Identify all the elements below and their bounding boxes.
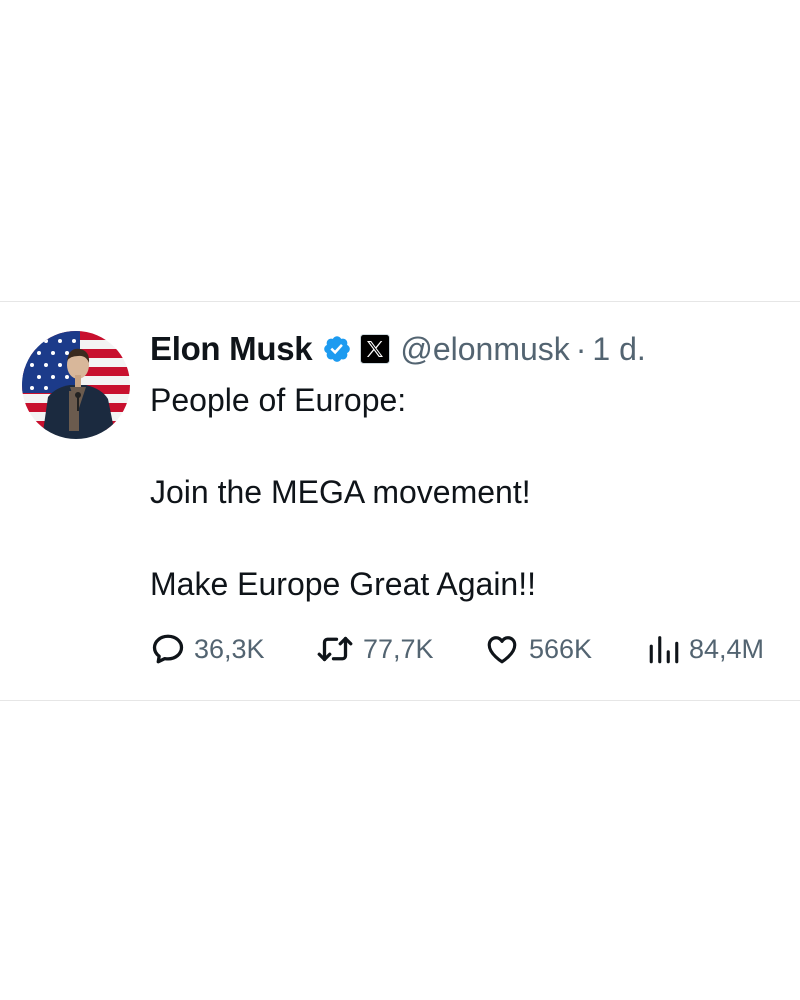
- tweet-actions: 36,3K 77,7K 566K 84,4M: [150, 624, 790, 674]
- tweet-text: People of Europe: Join the MEGA movement…: [150, 377, 536, 607]
- x-logo-icon[interactable]: [360, 334, 391, 364]
- tweet-text-line: Make Europe Great Again!!: [150, 566, 536, 602]
- reply-button[interactable]: 36,3K: [150, 624, 265, 674]
- tweet-text-line: Join the MEGA movement!: [150, 474, 531, 510]
- reply-count: 36,3K: [194, 633, 265, 664]
- like-count: 566K: [529, 633, 593, 664]
- views-count: 84,4M: [689, 633, 765, 664]
- views-button[interactable]: 84,4M: [647, 624, 764, 674]
- tweet-header: Elon Musk @elonmusk · 1 d.: [150, 326, 646, 372]
- avatar-image: [22, 331, 130, 439]
- tweet-text-line: People of Europe:: [150, 382, 407, 418]
- author-name[interactable]: Elon Musk: [150, 330, 313, 368]
- tweet-timestamp[interactable]: 1 d.: [592, 331, 645, 368]
- tweet-card[interactable]: Elon Musk @elonmusk · 1 d. People of Eur…: [0, 301, 800, 701]
- avatar[interactable]: [22, 331, 130, 439]
- separator-dot: ·: [575, 330, 587, 367]
- views-chart-icon: [649, 636, 679, 664]
- verified-badge-icon[interactable]: [322, 334, 352, 364]
- retweet-button[interactable]: 77,7K: [315, 624, 434, 674]
- like-button[interactable]: 566K: [483, 624, 592, 674]
- heart-icon: [487, 636, 517, 664]
- retweet-count: 77,7K: [363, 633, 434, 664]
- author-handle[interactable]: @elonmusk: [400, 331, 569, 368]
- retweet-icon: [317, 636, 353, 662]
- reply-icon: [152, 634, 184, 664]
